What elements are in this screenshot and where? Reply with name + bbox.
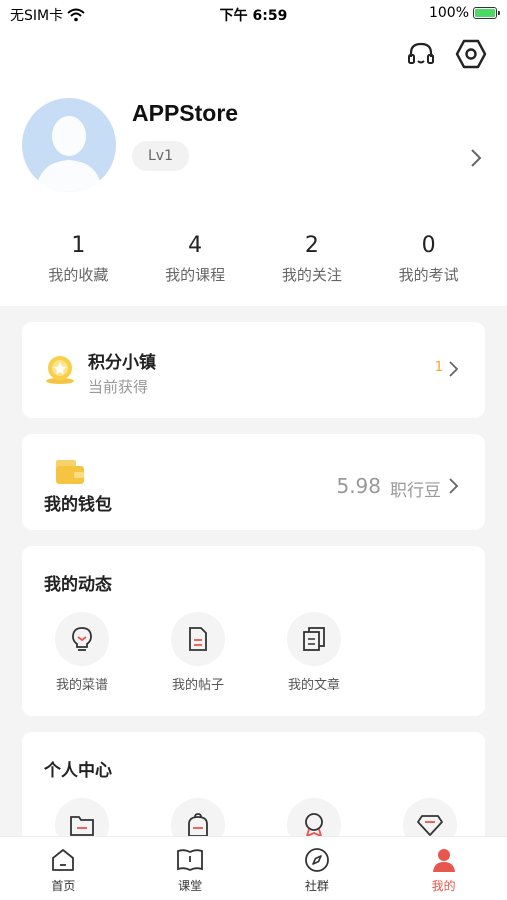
- articles-icon: [303, 627, 325, 651]
- stat-label: 我的考试: [398, 266, 459, 284]
- stat-value: 4: [188, 233, 203, 258]
- backpack-icon: [188, 813, 208, 837]
- compass-icon: [304, 848, 329, 872]
- level-badge: Lv1: [132, 141, 189, 171]
- personal-center-title: 个人中心: [44, 761, 112, 781]
- battery-percent: 100%: [428, 5, 469, 21]
- stat-following[interactable]: 2 我的关注: [254, 232, 371, 285]
- stat-label: 我的收藏: [48, 266, 109, 284]
- wallet-unit: 职行豆: [390, 481, 441, 501]
- points-card[interactable]: 积分小镇 当前获得 1: [22, 322, 485, 418]
- points-subtitle: 当前获得: [88, 378, 149, 396]
- document-icon: [189, 627, 207, 651]
- profile-detail-button[interactable]: [466, 148, 486, 168]
- person-icon: [432, 849, 455, 872]
- avatar-placeholder-icon: [36, 116, 102, 192]
- grid-item-recipes[interactable]: 我的菜谱: [42, 612, 122, 693]
- chevron-right-icon: [449, 361, 459, 377]
- tab-label: 首页: [51, 879, 76, 893]
- status-bar: 无SIM卡 下午 6:59 100%: [0, 0, 507, 28]
- username: APPStore: [132, 100, 239, 126]
- grid-label: 我的帖子: [171, 678, 224, 693]
- book-icon: [177, 849, 204, 872]
- grid-icon-wrap: [55, 612, 109, 666]
- tab-label: 社群: [304, 879, 329, 893]
- points-title: 积分小镇: [88, 353, 156, 373]
- activity-title: 我的动态: [44, 575, 112, 595]
- wallet-title: 我的钱包: [44, 495, 112, 515]
- grid-item-articles[interactable]: 我的文章: [274, 612, 354, 693]
- headset-icon: [408, 42, 434, 64]
- tab-classroom[interactable]: 课堂: [127, 837, 254, 900]
- stat-courses[interactable]: 4 我的课程: [137, 232, 254, 285]
- chevron-right-icon: [449, 478, 459, 494]
- grid-item-posts[interactable]: 我的帖子: [158, 612, 238, 693]
- points-coin-icon: [46, 356, 74, 384]
- tab-home[interactable]: 首页: [0, 837, 127, 900]
- points-value: 1: [434, 360, 443, 375]
- stat-favorites[interactable]: 1 我的收藏: [20, 232, 137, 285]
- bulb-icon: [72, 627, 92, 651]
- activity-card: 我的动态 我的菜谱 我的帖子 我的文章: [22, 546, 485, 716]
- stat-label: 我的课程: [165, 266, 226, 284]
- folder-icon: [70, 816, 94, 836]
- customer-service-button[interactable]: [403, 36, 439, 72]
- grid-icon-wrap: [171, 612, 225, 666]
- status-right: 100%: [428, 5, 500, 21]
- wallet-balance: 5.98: [336, 474, 381, 498]
- home-icon: [52, 849, 75, 871]
- tab-mine[interactable]: 我的: [380, 837, 507, 900]
- grid-icon-wrap: [287, 612, 341, 666]
- tab-label: 课堂: [178, 879, 203, 893]
- grid-label: 我的菜谱: [55, 678, 108, 693]
- settings-button[interactable]: [453, 36, 489, 72]
- stat-value: 2: [304, 233, 319, 258]
- wallet-icon: [56, 460, 84, 484]
- wallet-card[interactable]: 我的钱包 5.98 职行豆: [22, 434, 485, 530]
- badge-icon: [305, 813, 323, 838]
- battery-icon: [473, 7, 500, 19]
- diamond-icon: [417, 815, 443, 836]
- tab-community[interactable]: 社群: [254, 837, 381, 900]
- settings-hex-icon: [455, 39, 487, 69]
- tab-label: 我的: [431, 879, 456, 893]
- stat-value: 0: [421, 233, 436, 258]
- stats-row: 1 我的收藏 4 我的课程 2 我的关注 0 我的考试: [20, 232, 487, 285]
- chevron-right-icon: [471, 149, 482, 167]
- tab-bar: 首页 课堂 社群 我的: [0, 836, 507, 900]
- stat-value: 1: [71, 233, 86, 258]
- avatar[interactable]: [22, 98, 116, 192]
- grid-label: 我的文章: [287, 678, 340, 693]
- stat-exams[interactable]: 0 我的考试: [370, 232, 487, 285]
- stat-label: 我的关注: [281, 266, 342, 284]
